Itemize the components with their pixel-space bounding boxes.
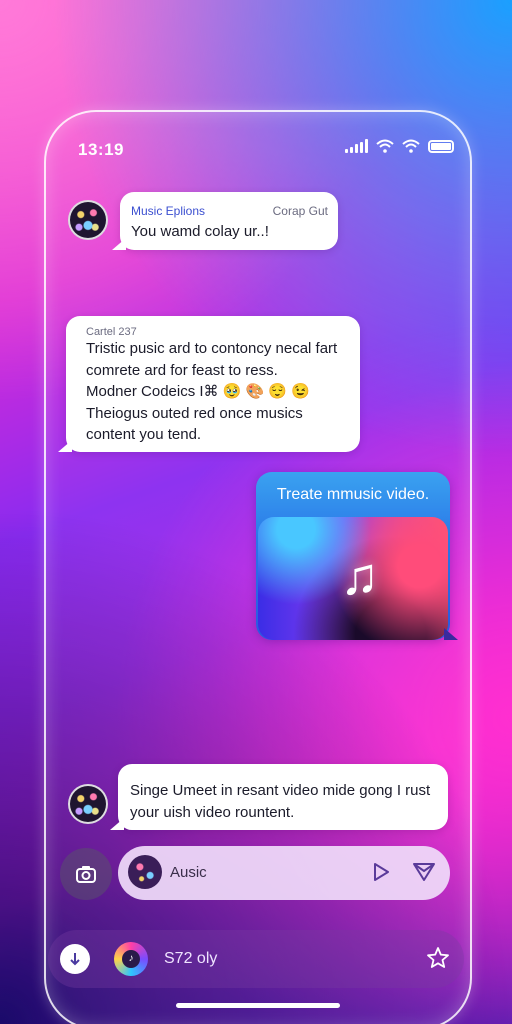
message-line: Modner Codeics I⌘ 🥹 🎨 😌 😉	[86, 383, 310, 400]
send-icon[interactable]	[412, 861, 436, 883]
avatar[interactable]	[68, 200, 108, 240]
message-input[interactable]: Ausic	[118, 846, 450, 900]
message-line: content you tend.	[86, 426, 202, 443]
message-header: Cartel 237	[86, 326, 137, 338]
bottom-bar: ♪ S72 oly	[48, 930, 464, 988]
message-line: Tristic pusic ard to contoncy necal fart	[86, 340, 338, 357]
message-input-text: Ausic	[170, 864, 207, 881]
music-note-icon: ♫	[340, 548, 379, 606]
message-bubble[interactable]: Singe Umeet in resant video mide gong I …	[110, 764, 448, 830]
message-line: your uish video rountent.	[130, 804, 295, 821]
bottom-bar-text: S72 oly	[164, 950, 218, 967]
arrow-down-icon	[70, 953, 80, 966]
music-video-thumbnail[interactable]: ♫	[258, 517, 448, 640]
star-icon[interactable]	[426, 946, 450, 970]
outgoing-message-bubble[interactable]: Treate mmusic video. ♫	[256, 472, 458, 640]
download-button[interactable]	[60, 944, 90, 974]
camera-icon	[76, 866, 96, 883]
message-text: You wamd colay ur..!	[131, 223, 269, 240]
battery-icon	[428, 139, 454, 153]
wifi-icon	[376, 139, 394, 153]
message-bubble[interactable]: Music Eplions Corap Gut You wamd colay u…	[112, 192, 338, 250]
avatar[interactable]	[68, 784, 108, 824]
message-line: Singe Umeet in resant video mide gong I …	[130, 782, 431, 799]
wifi-icon	[402, 139, 420, 153]
status-icons	[345, 139, 454, 153]
home-indicator[interactable]	[176, 1003, 340, 1008]
message-bubble[interactable]: Cartel 237 Tristic pusic ard to contoncy…	[58, 316, 360, 452]
message-meta: Corap Gut	[272, 204, 328, 218]
camera-button[interactable]	[60, 848, 112, 900]
signal-icon	[345, 139, 368, 153]
message-text: Treate mmusic video.	[276, 486, 430, 503]
music-app-icon[interactable]: ♪	[114, 942, 148, 976]
sender-name: Music Eplions	[131, 204, 206, 218]
avatar	[128, 855, 162, 889]
status-time: 13:19	[78, 140, 124, 159]
message-line: Theiogus outed red once musics	[86, 404, 303, 422]
play-icon[interactable]	[370, 861, 392, 883]
message-line: comrete ard for feast to ress.	[86, 361, 278, 379]
